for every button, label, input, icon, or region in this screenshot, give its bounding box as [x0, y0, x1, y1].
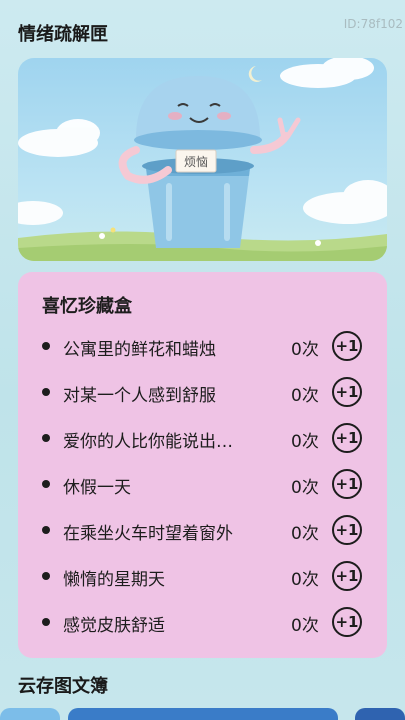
memory-item-count: 0次: [291, 432, 319, 452]
memory-item-count: 0次: [291, 386, 319, 406]
memory-list-item: 懒惰的星期天 0次 +1: [18, 556, 387, 596]
user-id-label: ID:78f102: [343, 17, 403, 31]
plus-one-button[interactable]: +1: [332, 423, 362, 453]
plus-one-button[interactable]: +1: [332, 607, 362, 637]
memory-list-item: 爱你的人比你能说出… 0次 +1: [18, 418, 387, 458]
memory-item-count: 0次: [291, 340, 319, 360]
plus-one-button[interactable]: +1: [332, 469, 362, 499]
page-title: 情绪疏解匣: [18, 24, 108, 45]
bullet-dot: [42, 434, 50, 442]
memory-item-count: 0次: [291, 478, 319, 498]
bullet-dot: [42, 526, 50, 534]
memory-item-text: 爱你的人比你能说出…: [63, 432, 233, 452]
memory-item-text: 懒惰的星期天: [63, 570, 165, 590]
bullet-dot: [42, 342, 50, 350]
memory-item-text: 在乘坐火车时望着窗外: [63, 524, 233, 544]
album-thumbnail-strip[interactable]: [355, 708, 405, 720]
memory-item-count: 0次: [291, 524, 319, 544]
bullet-dot: [42, 388, 50, 396]
memory-list-item: 公寓里的鲜花和蜡烛 0次 +1: [18, 326, 387, 366]
memory-list-item: 感觉皮肤舒适 0次 +1: [18, 602, 387, 642]
memory-item-text: 感觉皮肤舒适: [63, 616, 165, 636]
memory-item-count: 0次: [291, 616, 319, 636]
plus-one-button[interactable]: +1: [332, 561, 362, 591]
memory-item-text: 对某一个人感到舒服: [63, 386, 216, 406]
memory-list-item: 对某一个人感到舒服 0次 +1: [18, 372, 387, 412]
plus-one-button[interactable]: +1: [332, 331, 362, 361]
album-thumbnail-strip[interactable]: [0, 708, 60, 720]
memory-list-item: 在乘坐火车时望着窗外 0次 +1: [18, 510, 387, 550]
worry-note-text: 烦恼: [184, 155, 208, 169]
bullet-dot: [42, 480, 50, 488]
memory-box-card: 喜忆珍藏盒 公寓里的鲜花和蜡烛 0次 +1 对某一个人感到舒服 0次 +1 爱你的人比你能说…: [18, 272, 387, 658]
emotion-trash-banner[interactable]: 烦恼: [18, 58, 387, 261]
plus-one-button[interactable]: +1: [332, 515, 362, 545]
memory-item-text: 休假一天: [63, 478, 131, 498]
plus-one-button[interactable]: +1: [332, 377, 362, 407]
bullet-dot: [42, 572, 50, 580]
cloud-album-title: 云存图文簿: [18, 676, 108, 697]
bullet-dot: [42, 618, 50, 626]
trash-can-mascot-illustration: 烦恼: [18, 58, 387, 261]
album-thumbnail-strip[interactable]: [68, 708, 338, 720]
memory-box-title: 喜忆珍藏盒: [42, 296, 132, 317]
memory-item-count: 0次: [291, 570, 319, 590]
memory-list-item: 休假一天 0次 +1: [18, 464, 387, 504]
memory-item-text: 公寓里的鲜花和蜡烛: [63, 340, 216, 360]
